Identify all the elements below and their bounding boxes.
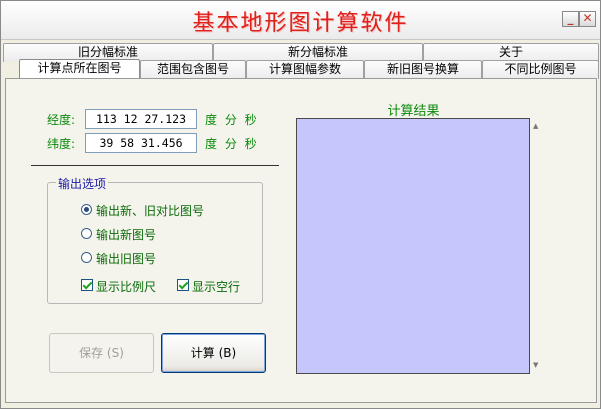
radio-output-old-label[interactable]: 输出旧图号 [96, 250, 156, 267]
radio-output-new-label[interactable]: 输出新图号 [96, 226, 156, 243]
close-button[interactable]: ✕ [579, 11, 596, 27]
app-window: 基本地形图计算软件 _ ✕ 旧分幅标准 新分幅标准 关于 计算点所在图号 范围包… [0, 0, 601, 409]
window-title: 基本地形图计算软件 [192, 11, 409, 36]
checkbox-show-scale-label[interactable]: 显示比例尺 [96, 278, 156, 295]
result-textarea[interactable] [296, 118, 530, 374]
output-options-title: 输出选项 [56, 175, 109, 192]
result-title: 计算结果 [387, 104, 440, 119]
latitude-unit: 度 分 秒 [205, 137, 259, 151]
checkbox-show-scale[interactable] [81, 279, 93, 291]
checkbox-show-blank[interactable] [177, 279, 189, 291]
longitude-label: 经度: [47, 113, 76, 127]
tab-row-front: 计算点所在图号 范围包含图号 计算图幅参数 新旧图号换算 不同比例图号 [3, 59, 599, 80]
checkbox-show-blank-label[interactable]: 显示空行 [192, 278, 240, 295]
calculate-button[interactable]: 计算 (B) [161, 333, 266, 373]
radio-output-new[interactable] [81, 228, 92, 239]
result-scrollbar[interactable]: ▲ ▼ [530, 118, 544, 374]
scroll-up-icon[interactable]: ▲ [533, 122, 538, 130]
radio-output-both[interactable] [81, 204, 92, 215]
radio-output-both-label[interactable]: 输出新、旧对比图号 [96, 202, 204, 219]
minimize-button[interactable]: _ [562, 11, 579, 27]
radio-output-old[interactable] [81, 252, 92, 263]
latitude-label: 纬度: [47, 137, 76, 151]
tab-range-sheets[interactable]: 范围包含图号 [140, 60, 246, 79]
longitude-unit: 度 分 秒 [205, 113, 259, 127]
title-bar[interactable]: 基本地形图计算软件 _ ✕ [1, 1, 600, 40]
scroll-down-icon[interactable]: ▼ [533, 361, 538, 369]
longitude-input[interactable]: 113 12 27.123 [85, 109, 197, 129]
latitude-input[interactable]: 39 58 31.456 [85, 133, 197, 153]
separator-line [31, 165, 279, 166]
tab-scale-sheets[interactable]: 不同比例图号 [482, 60, 599, 79]
tab-sheet-params[interactable]: 计算图幅参数 [246, 60, 364, 79]
tab-point-sheet[interactable]: 计算点所在图号 [19, 59, 140, 80]
save-button[interactable]: 保存 (S) [49, 333, 154, 373]
tab-old-new-convert[interactable]: 新旧图号换算 [364, 60, 482, 79]
